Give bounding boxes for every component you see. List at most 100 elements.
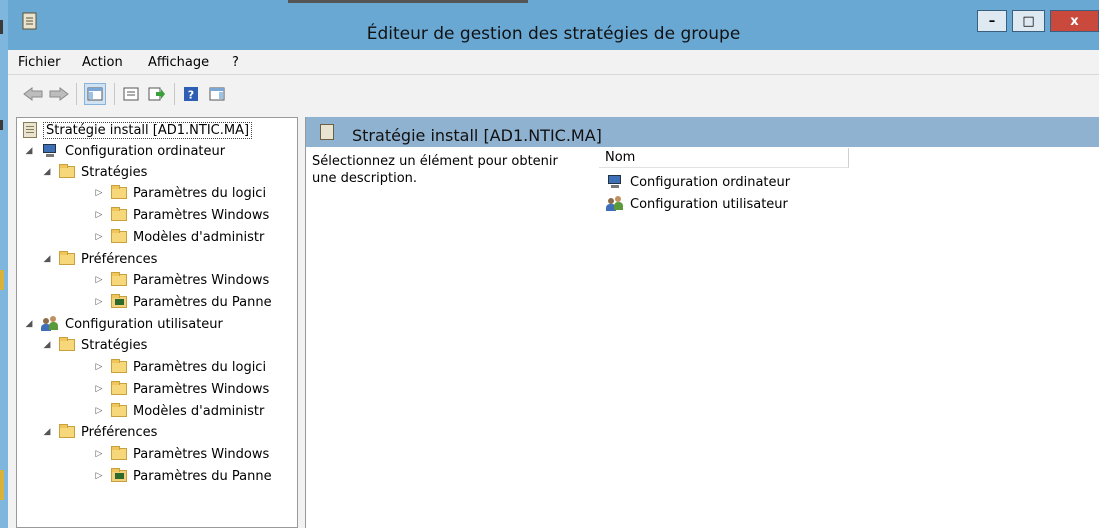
tree-item-pref-windows-settings[interactable]: ▷ Paramètres Windows [93, 443, 269, 465]
tree-item-windows-settings[interactable]: ▷ Paramètres Windows [93, 204, 269, 226]
window-title: Éditeur de gestion des stratégies de gro… [366, 24, 741, 44]
computer-icon [41, 144, 59, 158]
tree-item-label: Paramètres du logici [133, 359, 267, 375]
tree-item-admin-templates[interactable]: ▷ Modèles d'administr [93, 400, 264, 422]
tree-item-label: Paramètres Windows [133, 381, 270, 397]
tree-item-label: Préférences [81, 251, 158, 267]
expand-icon[interactable]: ▷ [93, 231, 105, 243]
help-icon[interactable]: ? [180, 83, 202, 105]
back-arrow-icon[interactable] [22, 83, 44, 105]
expand-icon[interactable]: ▷ [93, 405, 105, 417]
tree-item-label: Modèles d'administr [133, 403, 265, 419]
tree-item-label: Paramètres Windows [133, 446, 270, 462]
expand-icon[interactable]: ▷ [93, 296, 105, 308]
folder-icon [111, 446, 127, 460]
list-item-computer-config[interactable]: Configuration ordinateur [606, 171, 790, 193]
tree-item-software-settings[interactable]: ▷ Paramètres du logici [93, 182, 266, 204]
tree-item-strategies[interactable]: ◢ Stratégies [41, 161, 147, 183]
computer-icon [606, 175, 624, 189]
maximize-button[interactable]: □ [1012, 10, 1045, 32]
tree-item-control-panel-settings[interactable]: ▷ Paramètres du Panne [93, 291, 272, 313]
folder-icon [59, 424, 75, 438]
tree-root[interactable]: Stratégie install [AD1.NTIC.MA] [23, 119, 253, 141]
tree-root-label: Stratégie install [AD1.NTIC.MA] [43, 121, 253, 139]
folder-icon [59, 251, 75, 265]
folder-icon [111, 207, 127, 221]
collapse-icon[interactable]: ◢ [41, 253, 53, 265]
tree-item-label: Modèles d'administr [133, 229, 265, 245]
tree-item-admin-templates[interactable]: ▷ Modèles d'administr [93, 226, 264, 248]
folder-icon [111, 403, 127, 417]
tree-item-preferences[interactable]: ◢ Préférences [41, 421, 157, 443]
folder-icon [59, 337, 75, 351]
expand-icon[interactable]: ▷ [93, 209, 105, 221]
close-icon: x [1070, 13, 1079, 29]
list-item-label: Configuration ordinateur [630, 174, 791, 190]
title-bar[interactable]: Éditeur de gestion des stratégies de gro… [8, 0, 1099, 50]
tree-item-label: Configuration ordinateur [65, 143, 226, 159]
users-icon [41, 316, 59, 332]
show-hide-tree-icon[interactable] [84, 83, 106, 105]
forward-arrow-icon[interactable] [48, 83, 70, 105]
maximize-icon: □ [1022, 13, 1035, 29]
expand-icon[interactable]: ▷ [93, 361, 105, 373]
minimize-button[interactable]: – [977, 10, 1007, 32]
tree-item-label: Paramètres Windows [133, 272, 270, 288]
menu-fichier[interactable]: Fichier [18, 55, 61, 70]
control-panel-folder-icon [111, 468, 127, 482]
list-item-user-config[interactable]: Configuration utilisateur [606, 193, 788, 215]
console-tree: Stratégie install [AD1.NTIC.MA] ◢ Config… [16, 117, 298, 528]
expand-icon[interactable]: ▷ [93, 187, 105, 199]
desktop-edge [0, 0, 8, 528]
collapse-icon[interactable]: ◢ [41, 339, 53, 351]
tree-item-label: Configuration utilisateur [65, 316, 223, 332]
tree-item-pref-windows-settings[interactable]: ▷ Paramètres Windows [93, 269, 269, 291]
svg-text:?: ? [188, 89, 194, 102]
export-list-icon[interactable] [146, 83, 168, 105]
expand-icon[interactable]: ▷ [93, 470, 105, 482]
menu-action[interactable]: Action [82, 55, 123, 70]
tree-item-label: Paramètres du Panne [133, 294, 272, 310]
collapse-icon[interactable]: ◢ [23, 145, 35, 157]
menu-help[interactable]: ? [232, 55, 239, 70]
collapse-icon[interactable]: ◢ [23, 318, 35, 330]
expand-icon[interactable]: ▷ [93, 383, 105, 395]
tree-item-label: Stratégies [81, 164, 148, 180]
tree-item-software-settings[interactable]: ▷ Paramètres du logici [93, 356, 266, 378]
tree-item-label: Paramètres Windows [133, 207, 270, 223]
expand-icon[interactable]: ▷ [93, 448, 105, 460]
close-button[interactable]: x [1050, 10, 1099, 32]
tree-item-label: Stratégies [81, 337, 148, 353]
tree-item-strategies[interactable]: ◢ Stratégies [41, 334, 147, 356]
tree-item-windows-settings[interactable]: ▷ Paramètres Windows [93, 378, 269, 400]
control-panel-folder-icon [111, 294, 127, 308]
folder-icon [111, 381, 127, 395]
toolbar: ? [8, 75, 1099, 115]
tree-item-computer-config[interactable]: ◢ Configuration ordinateur [23, 140, 226, 162]
show-action-pane-icon[interactable] [206, 83, 228, 105]
tree-item-user-config[interactable]: ◢ Configuration utilisateur [23, 313, 223, 335]
tree-item-label: Paramètres du Panne [133, 468, 272, 484]
pane-splitter[interactable] [298, 117, 305, 528]
tree-item-preferences[interactable]: ◢ Préférences [41, 248, 157, 270]
folder-icon [111, 185, 127, 199]
tree-item-control-panel-settings[interactable]: ▷ Paramètres du Panne [93, 465, 272, 487]
properties-icon[interactable] [120, 83, 142, 105]
folder-icon [111, 272, 127, 286]
details-header: Stratégie install [AD1.NTIC.MA] [306, 117, 1099, 147]
menu-affichage[interactable]: Affichage [148, 55, 209, 70]
tree-item-label: Préférences [81, 424, 158, 440]
folder-icon [111, 359, 127, 373]
folder-icon [59, 164, 75, 178]
menu-bar: Fichier Action Affichage ? [8, 50, 1099, 75]
collapse-icon[interactable]: ◢ [41, 166, 53, 178]
column-header-name[interactable]: Nom [599, 148, 849, 168]
gpo-icon [23, 122, 37, 138]
collapse-icon[interactable]: ◢ [41, 426, 53, 438]
expand-icon[interactable]: ▷ [93, 274, 105, 286]
minimize-icon: – [988, 13, 996, 29]
gpo-icon [320, 124, 334, 140]
details-pane: Stratégie install [AD1.NTIC.MA] Sélectio… [305, 117, 1099, 528]
details-title: Stratégie install [AD1.NTIC.MA] [352, 126, 602, 145]
tree-item-label: Paramètres du logici [133, 185, 267, 201]
